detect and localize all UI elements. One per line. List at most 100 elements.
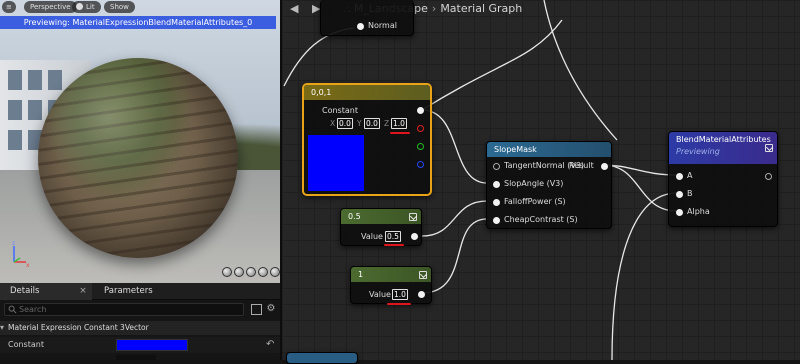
plane-mesh-icon[interactable]	[234, 267, 244, 277]
search-input[interactable]	[19, 304, 239, 315]
constant-0-5-value-field[interactable]: 0.5	[385, 231, 401, 242]
b-input-label: B	[687, 189, 693, 198]
constant3vector-header[interactable]: 0,0,1	[304, 85, 430, 100]
details-section-header[interactable]: ▾ Material Expression Constant 3Vector	[0, 321, 280, 335]
normal-pin[interactable]	[357, 23, 364, 30]
wire-constant-up	[421, 19, 563, 111]
blend-subtitle: Previewing	[676, 147, 720, 156]
wire-half-to-falloff	[421, 200, 488, 237]
slopemask-node[interactable]: SlopeMask TangentNormal (V3) Result Slop…	[486, 141, 612, 229]
slopemask-title: SlopeMask	[494, 145, 537, 154]
cube-mesh-icon[interactable]	[246, 267, 256, 277]
material-output-node[interactable]: Normal	[320, 0, 414, 36]
g-output-pin[interactable]	[417, 143, 424, 150]
b-output-pin[interactable]	[417, 161, 424, 168]
custom-mesh-icon[interactable]	[270, 267, 280, 277]
material-graph[interactable]: ◀ ▶ ⛬ M_Landscape›Material Graph Normal …	[280, 0, 800, 364]
alpha-input-pin[interactable]	[676, 209, 683, 216]
svg-text:z: z	[12, 240, 15, 247]
x-value-field[interactable]: 0.0	[337, 118, 353, 129]
cheapcontrast-label: CheapContrast (S)	[504, 215, 578, 224]
falloffpower-pin[interactable]	[493, 199, 500, 206]
constant-0-5-output-pin[interactable]	[411, 233, 418, 240]
constant-0-5-node[interactable]: 0.5 Value 0.5	[340, 208, 422, 246]
blend-output-pin[interactable]	[765, 173, 772, 180]
wire-result-to-alpha	[602, 164, 678, 212]
cheapcontrast-pin[interactable]	[493, 217, 500, 224]
constant-1-header[interactable]: 1	[351, 267, 431, 282]
chevron-down-icon[interactable]	[765, 144, 773, 152]
a-input-pin[interactable]	[676, 173, 683, 180]
reset-icon[interactable]: ↶	[266, 339, 274, 350]
alpha-input-label: Alpha	[687, 207, 710, 216]
constant-property-label: Constant	[8, 340, 44, 349]
svg-text:x: x	[26, 262, 30, 268]
sphere-mesh-icon[interactable]	[222, 267, 232, 277]
constant3vector-node[interactable]: 0,0,1 Constant X 0.0 Y 0.0 Z 1.0	[302, 83, 432, 196]
preview-mesh-icons	[222, 267, 280, 279]
axis-gizmo-icon: z x	[12, 240, 30, 268]
viewport-menu-button[interactable]: ≡	[2, 1, 16, 13]
constant-1-node[interactable]: 1 Value 1.0	[350, 266, 432, 305]
r-output-pin[interactable]	[417, 125, 424, 132]
chevron-down-icon[interactable]	[409, 213, 417, 221]
details-search	[4, 303, 244, 316]
show-button[interactable]: Show	[104, 1, 135, 13]
z-value-annotation	[390, 132, 410, 134]
y-value-field[interactable]: 0.0	[364, 118, 380, 129]
material-preview-viewport[interactable]: ≡ Perspective Lit Show Previewing: Mater…	[0, 0, 280, 283]
chevron-down-icon[interactable]	[419, 271, 427, 279]
menu-icon: ≡	[6, 3, 12, 11]
constant-1-label: Value	[369, 290, 391, 299]
chevron-down-icon[interactable]: ▾	[0, 323, 4, 332]
viewport-toolbar: ≡ Perspective Lit Show	[0, 0, 280, 14]
grid-view-icon[interactable]	[251, 304, 262, 315]
tangentnormal-pin[interactable]	[493, 163, 500, 170]
constant-property-row: Constant ↶	[0, 337, 280, 353]
details-tab-label: Details	[10, 286, 40, 296]
constant-1-output-pin[interactable]	[418, 291, 425, 298]
constant-0-5-header[interactable]: 0.5	[341, 209, 421, 224]
gear-icon[interactable]: ⚙	[265, 303, 277, 315]
blendmaterialattributes-node[interactable]: BlendMaterialAttributes Previewing A B A…	[668, 131, 778, 227]
constant3vector-title: 0,0,1	[311, 88, 332, 97]
constant-0-5-title: 0.5	[348, 212, 361, 221]
constant-1-value-field[interactable]: 1.0	[392, 289, 408, 300]
b-input-pin[interactable]	[676, 191, 683, 198]
preview-sphere	[38, 58, 238, 258]
normal-pin-label: Normal	[368, 21, 397, 30]
lit-label: Lit	[86, 3, 95, 11]
tab-parameters[interactable]: Parameters	[94, 283, 194, 300]
section-title: Material Expression Constant 3Vector	[8, 323, 149, 332]
x-label: X	[330, 119, 336, 128]
constant-preview-swatch	[308, 135, 364, 191]
slopangle-pin[interactable]	[493, 181, 500, 188]
close-icon[interactable]: ×	[78, 286, 88, 296]
tab-details[interactable]: Details ×	[0, 283, 92, 300]
wire-normal	[283, 27, 355, 87]
a-input-label: A	[687, 171, 693, 180]
constant-0-5-annotation	[384, 244, 404, 246]
constant-color-swatch[interactable]	[116, 339, 188, 351]
parameters-tab-label: Parameters	[104, 286, 153, 296]
z-label: Z	[384, 119, 390, 128]
result-label: Result	[569, 161, 594, 170]
blend-header[interactable]: BlendMaterialAttributes Previewing	[669, 132, 777, 164]
lit-button[interactable]: Lit	[72, 1, 101, 13]
slopemask-header[interactable]: SlopeMask	[487, 142, 611, 157]
slopangle-label: SlopAngle (V3)	[504, 179, 564, 188]
details-tab-bar: Details × Parameters	[0, 283, 280, 300]
preview-banner: Previewing: MaterialExpressionBlendMater…	[0, 16, 276, 29]
perspective-button[interactable]: Perspective	[24, 1, 77, 13]
perspective-label: Perspective	[30, 3, 71, 11]
partial-node-bottom[interactable]	[286, 352, 358, 364]
constant-1-annotation	[387, 303, 411, 305]
result-output-pin[interactable]	[601, 163, 608, 170]
blend-title: BlendMaterialAttributes	[676, 135, 771, 144]
constant-0-5-label: Value	[361, 232, 383, 241]
constant-output-pin[interactable]	[417, 107, 424, 114]
constant-1-title: 1	[358, 270, 364, 279]
left-panel: ≡ Perspective Lit Show Previewing: Mater…	[0, 0, 280, 360]
cylinder-mesh-icon[interactable]	[258, 267, 268, 277]
z-value-field[interactable]: 1.0	[391, 118, 407, 129]
